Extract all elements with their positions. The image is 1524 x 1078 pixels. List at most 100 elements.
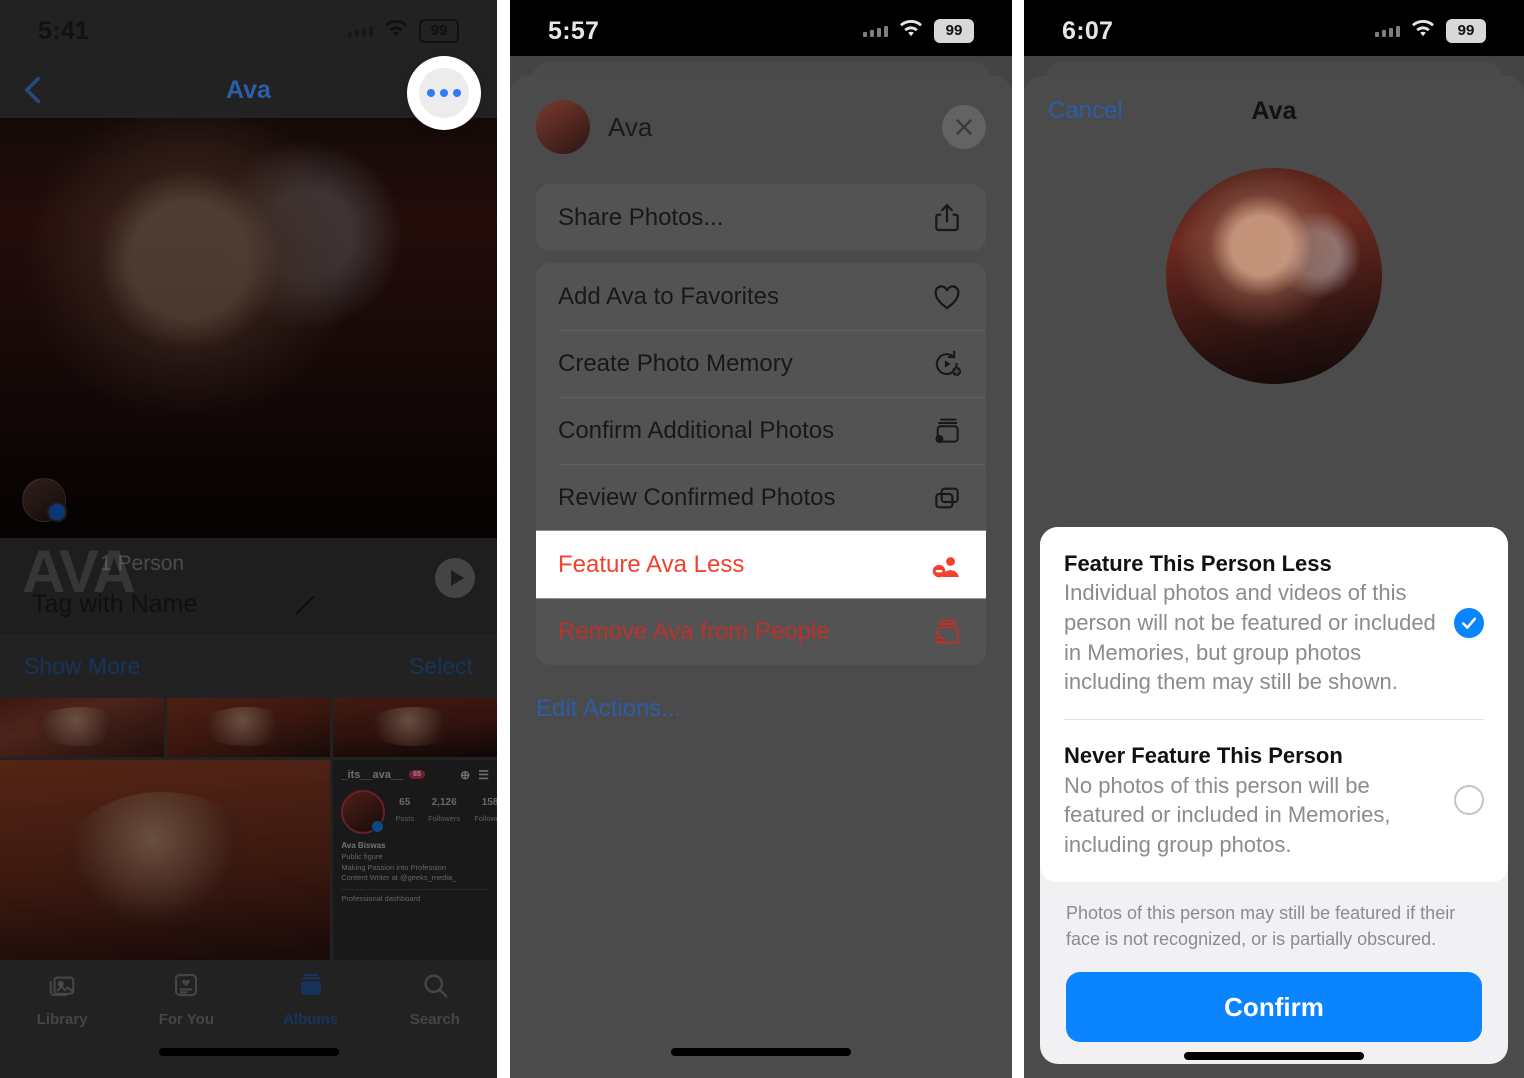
- instagram-stats: 65 Posts 2,126 Followers 158 Following: [395, 797, 497, 826]
- option-feature-less[interactable]: Feature This Person Less Individual phot…: [1040, 527, 1508, 719]
- status-bar: 5:41 99: [0, 0, 497, 62]
- option-description: No photos of this person will be feature…: [1064, 772, 1391, 858]
- menu-item-feature-ava-less[interactable]: Feature Ava Less: [536, 531, 986, 598]
- left-content: AVA 1 Person Tag with Name Show More Sel…: [0, 0, 497, 1078]
- hero-dim-overlay: [0, 118, 497, 538]
- cellular-signal-icon: [1375, 25, 1400, 37]
- photo-thumbnail[interactable]: [0, 698, 164, 757]
- stat-label: Following: [474, 814, 497, 824]
- play-icon[interactable]: [435, 558, 475, 598]
- radio-unselected-icon[interactable]: [1454, 785, 1484, 816]
- stat-label: Posts: [395, 814, 415, 824]
- status-time: 5:41: [38, 16, 90, 45]
- tab-albums[interactable]: Albums: [249, 960, 373, 1038]
- menu-item-add-to-favorites[interactable]: Add Ava to Favorites: [536, 263, 986, 330]
- status-indicators: 99: [863, 19, 974, 44]
- photo-thumbnail[interactable]: [166, 698, 331, 757]
- menu-item-label: Remove Ava from People: [558, 617, 830, 645]
- tab-search[interactable]: Search: [373, 960, 497, 1038]
- person-avatar-icon: [536, 100, 590, 154]
- photo-subject: [199, 707, 295, 747]
- menu-item-confirm-additional-photos[interactable]: Confirm Additional Photos: [536, 397, 986, 464]
- instagram-bio: Ava Biswas Public figure Making Passion …: [341, 840, 489, 885]
- options-card: Feature This Person Less Individual phot…: [1040, 526, 1508, 882]
- person-count-label: 1 Person: [100, 552, 185, 575]
- menu-item-remove-from-people[interactable]: Remove Ava from People: [536, 598, 986, 665]
- person-hero-photo[interactable]: [0, 118, 497, 538]
- battery-level: 99: [419, 19, 459, 43]
- more-options-button[interactable]: [407, 56, 481, 130]
- photo-thumbnail[interactable]: [333, 698, 497, 757]
- tag-with-name-label[interactable]: Tag with Name: [32, 590, 197, 619]
- sheet-navigation-bar: Cancel Ava: [1024, 76, 1524, 146]
- close-x-icon[interactable]: [942, 105, 986, 149]
- tab-list: Library For You Albums Search: [0, 960, 497, 1038]
- wifi-icon: [898, 19, 924, 44]
- menu-item-label: Share Photos...: [558, 203, 724, 231]
- right-content: Cancel Ava Feature This Person Less Indi…: [1024, 0, 1524, 1078]
- confirm-photos-icon: [928, 412, 966, 450]
- dialog-footnote: Photos of this person may still be featu…: [1066, 902, 1456, 949]
- cancel-button[interactable]: Cancel: [1048, 97, 1123, 125]
- tab-library[interactable]: Library: [0, 960, 124, 1038]
- bottom-tab-bar: Library For You Albums Search: [0, 960, 497, 1078]
- status-indicators: 99: [1375, 19, 1486, 44]
- photo-subject: [32, 707, 128, 747]
- edit-actions-button[interactable]: Edit Actions...: [510, 665, 1012, 723]
- option-text: Never Feature This Person No photos of t…: [1064, 741, 1436, 860]
- instagram-handle-row: _its__ava__ 65 ⊕ ☰: [341, 768, 489, 782]
- confirm-button[interactable]: Confirm: [1066, 972, 1482, 1042]
- menu-item-review-confirmed-photos[interactable]: Review Confirmed Photos: [536, 464, 986, 531]
- person-info-strip: AVA 1 Person Tag with Name: [0, 538, 497, 634]
- home-indicator: [1184, 1052, 1364, 1060]
- feature-less-dialog: Feature This Person Less Individual phot…: [1040, 526, 1508, 1064]
- navigation-bar: Ava: [0, 56, 497, 130]
- option-title: Feature This Person Less: [1064, 550, 1332, 576]
- option-never-feature[interactable]: Never Feature This Person No photos of t…: [1040, 719, 1508, 882]
- battery-level: 99: [934, 19, 974, 43]
- instagram-stat: 2,126 Followers: [428, 797, 460, 826]
- select-button[interactable]: Select: [409, 653, 473, 680]
- photo-thumbnail[interactable]: [0, 759, 331, 962]
- hamburger-menu-icon: ☰: [478, 767, 489, 782]
- remove-person-icon: [928, 613, 966, 651]
- avatar: [341, 789, 386, 834]
- instagram-category: Public figure: [341, 851, 383, 861]
- home-indicator: [671, 1048, 851, 1056]
- person-avatar-large-icon: [1166, 168, 1382, 384]
- sheet-title: Ava: [1251, 96, 1297, 125]
- heart-icon: [928, 278, 966, 316]
- status-bar: 5:57 99: [510, 0, 1012, 62]
- stat-label: Followers: [428, 814, 461, 824]
- photo-subject: [66, 792, 258, 926]
- menu-item-share-photos[interactable]: Share Photos...: [536, 184, 986, 251]
- pencil-edit-icon[interactable]: [292, 590, 320, 618]
- feature-less-person-icon: [928, 546, 966, 584]
- page-title: Ava: [226, 75, 271, 104]
- back-button[interactable]: [14, 70, 54, 110]
- menu-item-label: Feature Ava Less: [558, 550, 745, 578]
- radio-selected-icon[interactable]: [1454, 607, 1484, 638]
- plus-square-icon: ⊕: [460, 767, 471, 782]
- menu-item-create-photo-memory[interactable]: Create Photo Memory: [536, 330, 986, 397]
- sheet-header: Ava: [510, 76, 1012, 172]
- phone-screen-people-album: AVA 1 Person Tag with Name Show More Sel…: [0, 0, 497, 1078]
- instagram-stat: 158 Following: [474, 797, 497, 826]
- menu-item-label: Add Ava to Favorites: [558, 282, 780, 310]
- photo-subject: [366, 707, 461, 747]
- face-thumbnail-icon[interactable]: [22, 478, 67, 522]
- home-indicator: [158, 1048, 339, 1056]
- status-bar: 6:07 99: [1024, 0, 1524, 62]
- instagram-profile-row: 65 Posts 2,126 Followers 158 Following: [341, 789, 497, 834]
- cellular-signal-icon: [863, 25, 888, 37]
- instagram-screenshot-thumbnail[interactable]: _its__ava__ 65 ⊕ ☰ 65 Posts 2,126 Follow…: [333, 759, 497, 962]
- tab-for-you[interactable]: For You: [124, 960, 248, 1038]
- show-more-button[interactable]: Show More: [24, 653, 140, 680]
- photos-library-icon: [47, 970, 77, 1005]
- menu-group-share: Share Photos...: [536, 184, 986, 251]
- person-actions-row: Show More Select: [0, 634, 497, 698]
- option-title: Never Feature This Person: [1064, 743, 1343, 769]
- more-ellipsis-icon: [419, 68, 469, 118]
- albums-icon: [296, 970, 326, 1005]
- memory-play-icon: [928, 345, 966, 383]
